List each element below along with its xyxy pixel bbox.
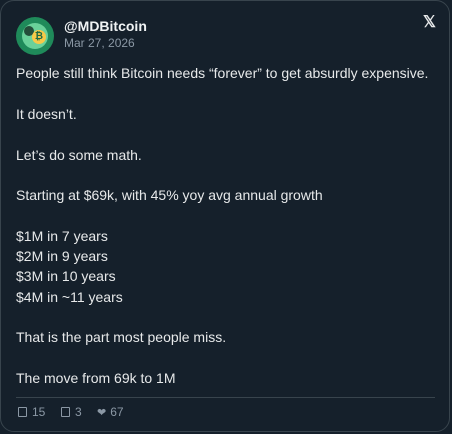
post-text-line: $2M in 9 years — [16, 248, 108, 264]
avatar[interactable]: ₿ — [16, 17, 54, 55]
post-text-line: People still think Bitcoin needs “foreve… — [16, 65, 429, 81]
post-text-line: $4M in ~11 years — [16, 289, 123, 305]
tweet-card: ₿ @MDBitcoin Mar 27, 2026 𝕏 People still… — [0, 0, 450, 432]
post-text-line: It doesn’t. — [16, 106, 77, 122]
reply-icon — [18, 407, 27, 417]
post-text-line: That is the part most people miss. — [16, 329, 227, 345]
heart-icon: ❤ — [97, 406, 107, 419]
repost-count: 3 — [75, 405, 82, 419]
reply-button[interactable]: 15 — [18, 405, 45, 419]
like-count: 67 — [110, 405, 124, 419]
repost-icon — [61, 407, 70, 417]
reply-count: 15 — [32, 405, 46, 419]
post-text-line: $1M in 7 years — [16, 228, 108, 244]
divider — [16, 397, 435, 398]
post-text-line: $3M in 10 years — [16, 268, 116, 284]
post-date[interactable]: Mar 27, 2026 — [64, 36, 135, 50]
post-text-line: Starting at $69k, with 45% yoy avg annua… — [16, 187, 323, 203]
repost-button[interactable]: 3 — [61, 405, 82, 419]
x-logo-icon[interactable]: 𝕏 — [423, 12, 436, 32]
user-handle[interactable]: @MDBitcoin — [64, 18, 147, 34]
post-text-line: The move from 69k to 1M — [16, 370, 176, 386]
like-button[interactable]: ❤ 67 — [97, 405, 124, 419]
bitcoin-icon: ₿ — [32, 30, 46, 44]
post-text-line: Let’s do some math. — [16, 147, 142, 163]
